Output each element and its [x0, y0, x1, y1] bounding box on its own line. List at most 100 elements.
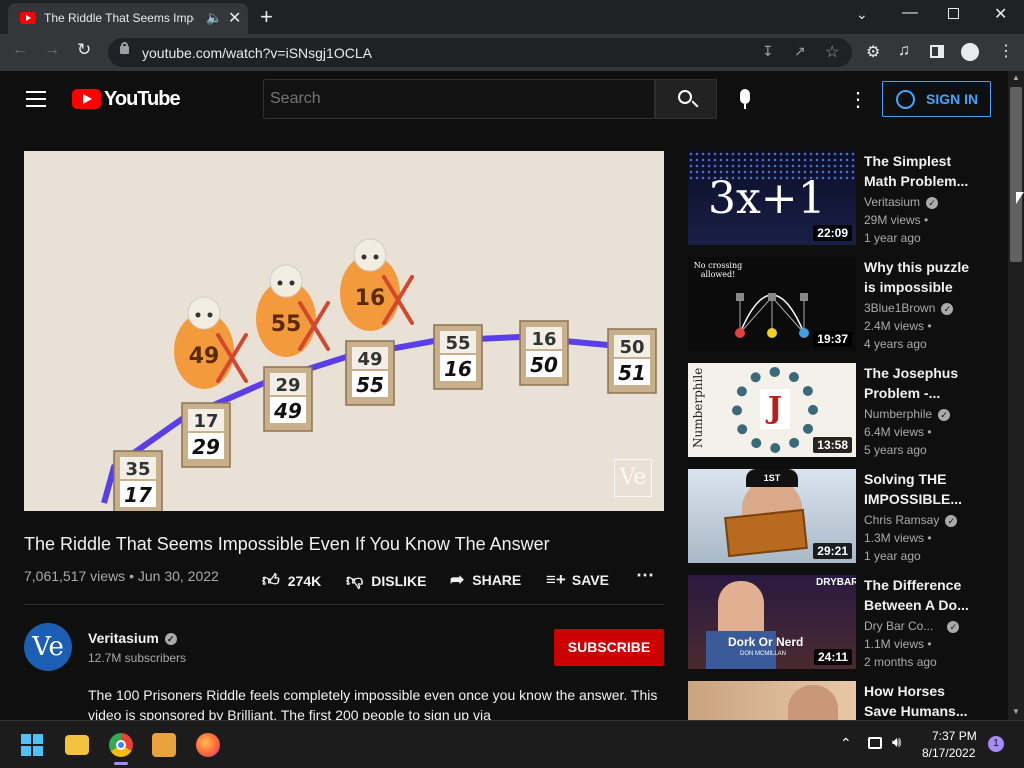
notification-badge[interactable]: 1 [988, 736, 1004, 752]
channel-name[interactable]: Veritasium ✓ [88, 630, 177, 646]
voice-search-icon[interactable] [740, 89, 750, 104]
recommendation-item[interactable]: No crossing allowed! 19:37 Why this puzz… [688, 257, 988, 351]
box-number: 35 [125, 459, 150, 480]
duration-badge: 22:09 [813, 225, 852, 241]
extensions-icon[interactable]: ⚙ [866, 42, 880, 62]
bookmark-star-icon[interactable]: ☆ [825, 42, 839, 62]
thumbnail-letter: J [760, 389, 790, 429]
hamburger-menu-icon[interactable] [26, 91, 46, 107]
address-bar[interactable]: youtube.com/watch?v=iSNsgj1OCLA ↧ ↗ ☆ [108, 38, 852, 67]
video-thumbnail[interactable] [688, 681, 856, 720]
lock-shackle [121, 42, 128, 48]
video-player[interactable]: 35 17 17 29 29 49 49 55 55 16 16 50 50 51 49 55 16 Ve [24, 151, 664, 511]
video-thumbnail[interactable]: Numberphile J 13:58 [688, 363, 856, 457]
side-panel-icon[interactable] [930, 45, 944, 58]
recommendation-views: 29M views • [864, 213, 929, 227]
slip-number: 17 [124, 483, 152, 507]
share-button[interactable]: ➦ SHARE [450, 570, 521, 590]
recommendation-title: How Horses Save Humans... [864, 683, 968, 719]
recommendation-channel[interactable]: Veritasium ✓ [864, 195, 939, 209]
divider [24, 604, 664, 605]
tray-chevron-icon[interactable]: ⌃ [840, 735, 852, 752]
dislike-button[interactable]: 👎︎ DISLIKE [346, 570, 427, 591]
recommendation-item[interactable]: 1ST 29:21 Solving THE IMPOSSIBLE... Chris… [688, 469, 988, 563]
channel-watermark[interactable]: Ve [614, 459, 652, 497]
sign-in-button[interactable]: SIGN IN [882, 81, 991, 117]
windows-taskbar: ⌃ 🔊︎ 7:37 PM 8/17/2022 1 [0, 720, 1024, 768]
save-button[interactable]: ≡+ SAVE [546, 570, 609, 590]
video-thumbnail[interactable]: 1ST 29:21 [688, 469, 856, 563]
subscriber-count: 12.7M subscribers [88, 651, 187, 665]
reload-icon[interactable]: ↻ [77, 40, 91, 60]
recommendation-title: The Simplest Math Problem... [864, 153, 969, 189]
verified-badge-icon: ✓ [938, 408, 951, 421]
minimize-button[interactable]: — [902, 4, 918, 22]
settings-dots-icon[interactable]: ⋮ [848, 87, 868, 112]
start-windows-icon[interactable] [21, 734, 43, 756]
tab-search-icon[interactable]: ⌄ [856, 6, 868, 23]
sign-in-label: SIGN IN [926, 91, 979, 107]
back-arrow-icon[interactable]: ← [12, 41, 28, 59]
prisoner-figure: 49 [174, 296, 248, 389]
youtube-play-icon [72, 89, 101, 109]
youtube-logo[interactable]: YouTube [72, 88, 182, 110]
number-box: 2949 [263, 366, 313, 432]
browser-tab[interactable]: The Riddle That Seems Impo 🔈 ✕ [8, 3, 248, 34]
slip-number: 51 [618, 361, 646, 385]
recommendation-item[interactable]: How Horses Save Humans... [688, 681, 988, 720]
browser-menu-icon[interactable]: ⋮ [998, 41, 1014, 61]
tab-title: The Riddle That Seems Impo [44, 11, 194, 25]
recommendation-views: 2.4M views • [864, 319, 932, 333]
prisoner-eye [207, 312, 213, 318]
install-app-icon[interactable]: ↧ [762, 43, 774, 60]
save-label: SAVE [571, 572, 609, 588]
prisoner-eye [361, 254, 367, 260]
tab-close-icon[interactable]: ✕ [228, 8, 241, 28]
video-description[interactable]: The 100 Prisoners Riddle feels completel… [88, 685, 664, 720]
like-button[interactable]: 👍︎ 274K [262, 570, 321, 591]
recommendation-channel[interactable]: 3Blue1Brown ✓ [864, 301, 954, 315]
restore-button[interactable] [948, 8, 959, 19]
recommendation-item[interactable]: DRYBAR Dork Or Nerd DON MCMILLAN 24:11 T… [688, 575, 988, 669]
share-page-icon[interactable]: ↗ [794, 43, 806, 60]
chrome-icon[interactable] [109, 733, 133, 757]
clock-time[interactable]: 7:37 PM [932, 729, 977, 743]
media-player-icon[interactable] [152, 733, 176, 757]
recommendation-item[interactable]: Numberphile J 13:58 The Josephus Problem … [688, 363, 988, 457]
new-tab-button[interactable]: + [260, 4, 273, 30]
recommendation-channel[interactable]: Numberphile ✓ [864, 407, 951, 421]
video-thumbnail[interactable]: 3x+1 22:09 [688, 151, 856, 245]
subscribe-button[interactable]: SUBSCRIBE [554, 629, 664, 666]
recommendation-item[interactable]: 3x+1 22:09 The Simplest Math Problem... V… [688, 151, 988, 245]
video-thumbnail[interactable]: DRYBAR Dork Or Nerd DON MCMILLAN 24:11 [688, 575, 856, 669]
box-number: 29 [275, 375, 300, 396]
network-icon[interactable] [868, 737, 882, 749]
scroll-up-arrow-icon[interactable]: ▲ [1012, 73, 1020, 82]
channel-avatar[interactable]: Ve [24, 623, 72, 671]
media-controls-icon[interactable]: ♫ [898, 42, 910, 60]
close-window-button[interactable]: ✕ [994, 4, 1007, 24]
duration-badge: 24:11 [813, 649, 852, 665]
forward-arrow-icon[interactable]: → [44, 41, 60, 59]
file-explorer-icon[interactable] [65, 735, 89, 755]
recommendation-channel[interactable]: Dry Bar Co... ✓ [864, 619, 960, 633]
recommendation-channel[interactable]: Chris Ramsay ✓ [864, 513, 958, 527]
page-scrollbar[interactable]: ▲ ▼ [1008, 71, 1024, 720]
search-input[interactable] [263, 79, 655, 119]
prisoner-head [187, 296, 221, 330]
volume-icon[interactable]: 🔊︎ [892, 734, 901, 751]
recommendation-views: 6.4M views • [864, 425, 932, 439]
clock-date[interactable]: 8/17/2022 [922, 746, 975, 760]
thumbs-up-icon: 👍︎ [262, 571, 280, 590]
tab-audio-icon[interactable]: 🔈 [206, 10, 222, 26]
scrollbar-thumb[interactable] [1010, 87, 1022, 262]
verified-badge-icon: ✓ [945, 514, 958, 527]
profile-icon[interactable] [961, 43, 979, 61]
video-thumbnail[interactable]: No crossing allowed! 19:37 [688, 257, 856, 351]
video-frame-illustration: 3517172929494955551616505051 495516 [101, 238, 657, 511]
search-button[interactable] [655, 79, 717, 119]
firefox-icon[interactable] [196, 733, 220, 757]
scroll-down-arrow-icon[interactable]: ▼ [1012, 707, 1020, 716]
url-text: youtube.com/watch?v=iSNsgj1OCLA [142, 45, 372, 61]
more-actions-icon[interactable]: ⋯ [636, 565, 654, 586]
